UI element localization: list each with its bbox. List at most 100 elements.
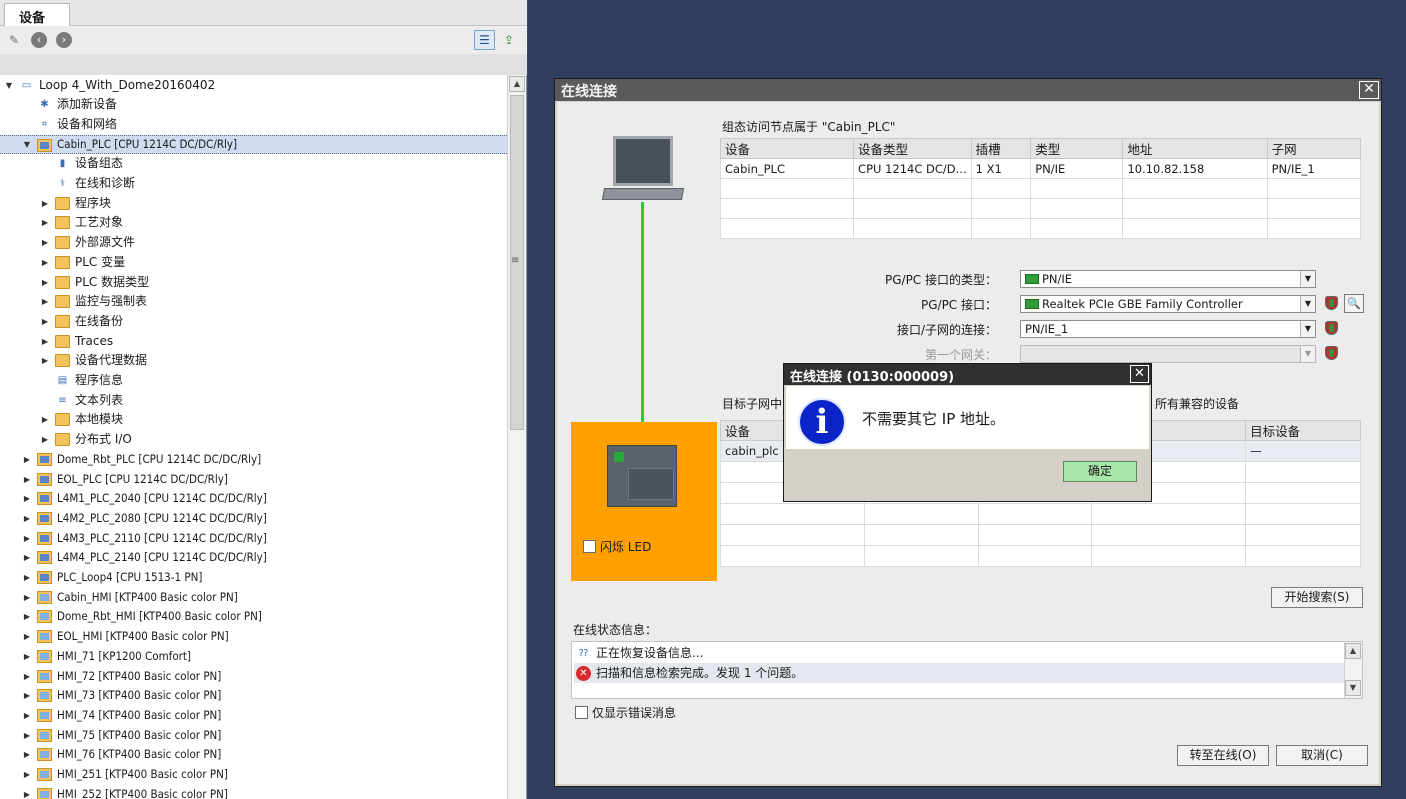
table-row[interactable]	[719, 218, 1362, 239]
table-row[interactable]	[720, 503, 1361, 525]
expand-open-icon[interactable]: ▼	[4, 76, 14, 96]
expand-closed-icon[interactable]: ▶	[40, 233, 50, 253]
table-row[interactable]: Cabin_PLC CPU 1214C DC/D... 1 X1 PN/IE 10.10…	[719, 158, 1362, 179]
tree-item[interactable]: ▶ 本地模块	[0, 410, 507, 430]
tree-item[interactable]: ≡ 文本列表	[0, 391, 507, 411]
column-header[interactable]: 插槽	[970, 138, 1032, 159]
expand-closed-icon[interactable]: ▶	[22, 706, 32, 726]
detail-view-button[interactable]: ☰	[474, 30, 495, 50]
table-row[interactable]	[720, 524, 1361, 546]
tree-item[interactable]: ▶ L4M2_PLC_2080 [CPU 1214C DC/DC/Rly]	[0, 509, 507, 529]
chevron-down-icon[interactable]: ▼	[1300, 321, 1315, 337]
tree-item[interactable]: ▶ Cabin_HMI [KTP400 Basic color PN]	[0, 588, 507, 608]
tree-item[interactable]: ▶ 工艺对象	[0, 213, 507, 233]
expand-closed-icon[interactable]: ▶	[40, 273, 50, 293]
tree-item[interactable]: ▶ HMI_73 [KTP400 Basic color PN]	[0, 686, 507, 706]
tree-item[interactable]: ✱ 添加新设备	[0, 95, 507, 115]
table-row[interactable]	[720, 545, 1361, 567]
tree-item[interactable]: ▶ PLC 变量	[0, 253, 507, 273]
expand-closed-icon[interactable]: ▶	[40, 312, 50, 332]
tree-item[interactable]: ▶ 分布式 I/O	[0, 430, 507, 450]
expand-open-icon[interactable]: ▼	[22, 136, 32, 154]
tree-item[interactable]: ▶ EOL_PLC [CPU 1214C DC/DC/Rly]	[0, 470, 507, 490]
cancel-button[interactable]: 取消(C)	[1276, 745, 1368, 766]
expand-closed-icon[interactable]: ▶	[22, 726, 32, 746]
tree-item[interactable]: ▶ 外部源文件	[0, 233, 507, 253]
tree-item[interactable]: ▶ L4M3_PLC_2110 [CPU 1214C DC/DC/Rly]	[0, 529, 507, 549]
tree-item[interactable]: ▶ HMI_72 [KTP400 Basic color PN]	[0, 667, 507, 687]
tree-item[interactable]: ▶ 监控与强制表	[0, 292, 507, 312]
expand-closed-icon[interactable]: ▶	[40, 430, 50, 450]
dialog-close-icon[interactable]: ✕	[1359, 81, 1379, 99]
expand-closed-icon[interactable]: ▶	[22, 450, 32, 470]
expand-closed-icon[interactable]: ▶	[22, 745, 32, 765]
back-icon[interactable]: ‹	[31, 32, 47, 48]
expand-closed-icon[interactable]: ▶	[40, 213, 50, 233]
chevron-down-icon[interactable]: ▼	[1300, 296, 1315, 312]
column-header[interactable]: 设备类型	[853, 138, 972, 159]
interface-properties-button[interactable]: 🔍	[1344, 294, 1364, 313]
flash-led-checkbox[interactable]: 闪烁 LED	[583, 538, 651, 555]
tree-item[interactable]: ▶ Dome_Rbt_PLC [CPU 1214C DC/DC/Rly]	[0, 450, 507, 470]
only-errors-checkbox[interactable]: 仅显示错误消息	[575, 704, 676, 721]
tree-item[interactable]: ▼ ▭ Loop 4_With_Dome20160402	[0, 76, 507, 96]
scroll-up-icon[interactable]: ▲	[509, 76, 525, 92]
tree-item[interactable]: ▶ HMI_76 [KTP400 Basic color PN]	[0, 745, 507, 765]
tree-item[interactable]: ▶ L4M1_PLC_2040 [CPU 1214C DC/DC/Rly]	[0, 489, 507, 509]
tree-item[interactable]: ▶ 设备代理数据	[0, 351, 507, 371]
iface-type-select[interactable]: PN/IE ▼	[1020, 270, 1316, 288]
column-header[interactable]: 子网	[1266, 138, 1362, 159]
expand-closed-icon[interactable]: ▶	[22, 529, 32, 549]
expand-closed-icon[interactable]: ▶	[22, 509, 32, 529]
expand-closed-icon[interactable]: ▶	[22, 686, 32, 706]
splitter-grip-icon[interactable]: ≡	[511, 255, 519, 266]
tree-item[interactable]: ▶ HMI_71 [KP1200 Comfort]	[0, 647, 507, 667]
tree-item[interactable]: ▶ HMI_75 [KTP400 Basic color PN]	[0, 726, 507, 746]
expand-closed-icon[interactable]: ▶	[40, 253, 50, 273]
expand-closed-icon[interactable]: ▶	[22, 607, 32, 627]
scroll-up-icon[interactable]: ▲	[1345, 643, 1361, 659]
expand-closed-icon[interactable]: ▶	[40, 332, 50, 352]
ok-button[interactable]: 确定	[1063, 461, 1137, 482]
expand-closed-icon[interactable]: ▶	[22, 548, 32, 568]
status-scrollbar[interactable]: ▲ ▼	[1344, 642, 1362, 698]
tree-item[interactable]: ⌗ 设备和网络	[0, 115, 507, 135]
tree-item[interactable]: ▶ EOL_HMI [KTP400 Basic color PN]	[0, 627, 507, 647]
goto-online-button[interactable]: 转至在线(O)	[1177, 745, 1269, 766]
expand-closed-icon[interactable]: ▶	[22, 568, 32, 588]
expand-closed-icon[interactable]: ▶	[22, 489, 32, 509]
new-item-icon[interactable]: ✎	[6, 32, 22, 48]
expand-closed-icon[interactable]: ▶	[40, 410, 50, 430]
tree-item[interactable]: ▼ Cabin_PLC [CPU 1214C DC/DC/Rly]	[0, 134, 507, 155]
expand-closed-icon[interactable]: ▶	[22, 785, 32, 799]
chevron-down-icon[interactable]: ▼	[1300, 271, 1315, 287]
export-icon[interactable]: ⇪	[501, 32, 517, 48]
column-header[interactable]: 目标设备	[1245, 420, 1361, 441]
expand-closed-icon[interactable]: ▶	[40, 194, 50, 214]
column-header[interactable]: 设备	[719, 138, 855, 159]
tree-item[interactable]: ▶ 程序块	[0, 194, 507, 214]
expand-closed-icon[interactable]: ▶	[22, 667, 32, 687]
tab-devices[interactable]: 设备	[4, 3, 70, 27]
expand-closed-icon[interactable]: ▶	[22, 627, 32, 647]
checkbox-box[interactable]	[583, 540, 596, 553]
tree-item[interactable]: ▶ 在线备份	[0, 312, 507, 332]
message-close-icon[interactable]: ✕	[1130, 365, 1149, 383]
tree-item[interactable]: ▶ PLC_Loop4 [CPU 1513-1 PN]	[0, 568, 507, 588]
table-row[interactable]	[719, 178, 1362, 199]
iface-select[interactable]: Realtek PCIe GBE Family Controller ▼	[1020, 295, 1316, 313]
forward-icon[interactable]: ›	[56, 32, 72, 48]
tree-item[interactable]: ▮ 设备组态	[0, 154, 507, 174]
scroll-down-icon[interactable]: ▼	[1345, 680, 1361, 696]
tree-item[interactable]: ▶ PLC 数据类型	[0, 273, 507, 293]
expand-closed-icon[interactable]: ▶	[22, 588, 32, 608]
subnet-conn-select[interactable]: PN/IE_1 ▼	[1020, 320, 1316, 338]
expand-closed-icon[interactable]: ▶	[40, 292, 50, 312]
tree-item[interactable]: ▤ 程序信息	[0, 371, 507, 391]
tree-scrollbar[interactable]: ▲ ≡	[507, 75, 526, 799]
tree-item[interactable]: ▶ HMI_252 [KTP400 Basic color PN]	[0, 785, 507, 799]
tree-item[interactable]: ▶ Traces	[0, 332, 507, 352]
expand-closed-icon[interactable]: ▶	[22, 470, 32, 490]
column-header[interactable]: 地址	[1122, 138, 1268, 159]
tree-item[interactable]: ▶ HMI_251 [KTP400 Basic color PN]	[0, 765, 507, 785]
